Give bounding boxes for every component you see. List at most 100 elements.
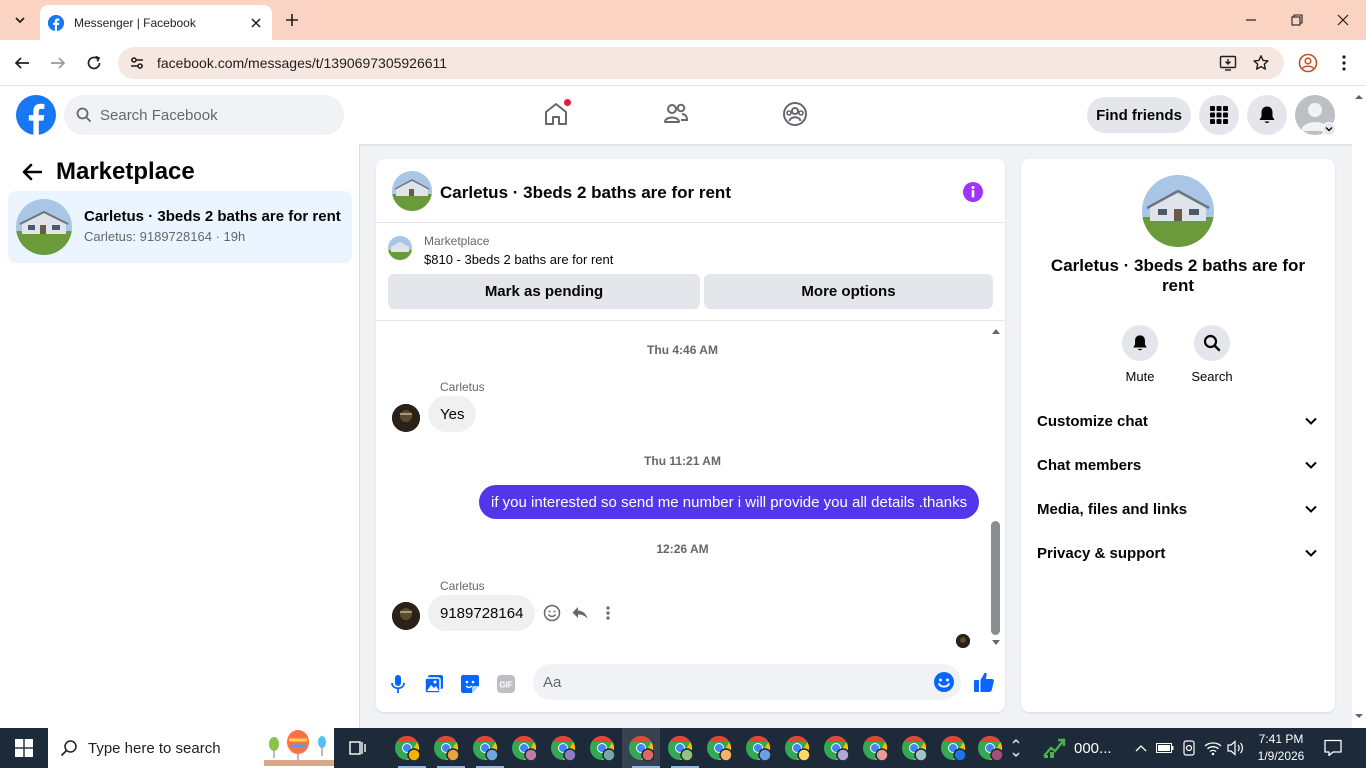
restore-icon[interactable] xyxy=(1285,8,1309,32)
react-emoji-icon[interactable] xyxy=(542,603,562,623)
more-actions-dots-icon[interactable] xyxy=(598,603,618,623)
privacy-support-section[interactable]: Privacy & support xyxy=(1029,533,1327,573)
browser-profile-icon[interactable] xyxy=(1296,51,1320,75)
chrome-profile-app-icon[interactable] xyxy=(627,734,655,762)
sender-avatar[interactable] xyxy=(392,602,420,630)
more-options-button[interactable]: More options xyxy=(704,274,993,309)
chrome-profile-app-icon[interactable] xyxy=(976,734,1004,762)
reload-icon[interactable] xyxy=(82,51,106,75)
conversation-item[interactable]: Carletus · 3beds 2 baths are for rent Ca… xyxy=(8,191,352,263)
emoji-icon[interactable] xyxy=(933,671,955,693)
notifications-bell-icon[interactable] xyxy=(1247,95,1287,135)
chrome-profile-app-icon[interactable] xyxy=(705,734,733,762)
device-meet-now-icon[interactable] xyxy=(1180,739,1198,757)
gif-icon[interactable]: GIF xyxy=(494,672,518,696)
chrome-profile-app-icon[interactable] xyxy=(393,734,421,762)
media-files-links-section[interactable]: Media, files and links xyxy=(1029,489,1327,529)
chrome-profile-app-icon[interactable] xyxy=(510,734,538,762)
omnibox[interactable]: facebook.com/messages/t/1390697305926611 xyxy=(118,47,1284,79)
close-window-icon[interactable] xyxy=(1331,8,1355,32)
facebook-search-box[interactable] xyxy=(64,95,344,135)
message-sender-name: Carletus xyxy=(440,579,485,593)
conversation-info-icon[interactable] xyxy=(962,181,984,203)
wifi-icon[interactable] xyxy=(1204,739,1222,757)
chrome-profile-app-icon[interactable] xyxy=(783,734,811,762)
task-view-icon[interactable] xyxy=(346,736,370,760)
install-app-icon[interactable] xyxy=(1218,53,1238,73)
forward-arrow-icon[interactable] xyxy=(46,51,70,75)
listing-price-title[interactable]: $810 - 3beds 2 baths are for rent xyxy=(424,252,613,267)
tab-close-icon[interactable] xyxy=(248,15,264,31)
tab-search-icon[interactable] xyxy=(8,8,32,32)
page-scrollbar[interactable] xyxy=(1352,86,1366,728)
taskbar-search-box[interactable]: Type here to search xyxy=(48,728,334,768)
message-input-box[interactable] xyxy=(533,664,961,700)
microphone-icon[interactable] xyxy=(386,672,410,696)
bookmark-star-icon[interactable] xyxy=(1251,53,1271,73)
scroll-up-arrow-icon[interactable] xyxy=(991,327,1001,335)
chat-members-section[interactable]: Chat members xyxy=(1029,445,1327,485)
chrome-profile-app-icon[interactable] xyxy=(744,734,772,762)
menu-grid-icon[interactable] xyxy=(1199,95,1239,135)
chrome-profile-app-icon[interactable] xyxy=(939,734,967,762)
mark-as-pending-button[interactable]: Mark as pending xyxy=(388,274,700,309)
back-arrow-icon[interactable] xyxy=(10,51,34,75)
search-action[interactable]: Search xyxy=(1184,325,1240,384)
chrome-profile-app-icon[interactable] xyxy=(666,734,694,762)
customize-chat-section[interactable]: Customize chat xyxy=(1029,401,1327,441)
incoming-message-bubble[interactable]: Yes xyxy=(428,396,477,432)
browser-menu-icon[interactable] xyxy=(1332,51,1356,75)
message-timestamp: Thu 4:46 AM xyxy=(647,343,718,357)
find-friends-button[interactable]: Find friends xyxy=(1087,97,1191,133)
marketplace-label: Marketplace xyxy=(424,234,490,248)
browser-tab[interactable]: Messenger | Facebook xyxy=(40,5,272,40)
windows-start-icon[interactable] xyxy=(0,728,48,768)
scroll-down-arrow-icon[interactable] xyxy=(991,639,1001,647)
home-icon[interactable] xyxy=(542,98,572,128)
new-tab-plus-icon[interactable] xyxy=(282,10,302,30)
search-in-conversation-icon[interactable] xyxy=(1194,325,1230,361)
chrome-profile-app-icon[interactable] xyxy=(471,734,499,762)
chat-header: Carletus · 3beds 2 baths are for rent xyxy=(376,159,1005,223)
section-label: Chat members xyxy=(1037,456,1142,474)
reply-arrow-icon[interactable] xyxy=(570,603,590,623)
chat-scroll-thumb[interactable] xyxy=(991,521,1000,635)
outgoing-message-bubble[interactable]: if you interested so send me number i wi… xyxy=(479,485,980,519)
minimize-icon[interactable] xyxy=(1239,8,1263,32)
chat-header-thumbnail[interactable] xyxy=(392,171,432,211)
message-timestamp: 12:26 AM xyxy=(656,542,709,556)
notification-center-icon[interactable] xyxy=(1323,738,1343,758)
site-settings-icon[interactable] xyxy=(128,54,146,72)
sender-avatar[interactable] xyxy=(392,404,420,432)
account-chevron-down-icon[interactable] xyxy=(1322,122,1336,136)
taskbar-overflow-chevron-icon[interactable] xyxy=(1010,732,1022,764)
friends-icon[interactable] xyxy=(662,100,690,128)
chat-window: Carletus · 3beds 2 baths are for rent Ma… xyxy=(376,159,1005,712)
url-text[interactable]: facebook.com/messages/t/1390697305926611 xyxy=(157,55,1218,71)
listing-profile-photo[interactable] xyxy=(1142,175,1214,247)
show-hidden-icons-chevron-icon[interactable] xyxy=(1132,739,1150,757)
chrome-profile-app-icon[interactable] xyxy=(549,734,577,762)
chrome-profile-app-icon[interactable] xyxy=(588,734,616,762)
facebook-search-input[interactable] xyxy=(100,106,320,124)
groups-icon[interactable] xyxy=(781,100,809,128)
chrome-profile-app-icon[interactable] xyxy=(822,734,850,762)
taskbar-clock[interactable]: 7:41 PM 1/9/2026 xyxy=(1256,731,1306,765)
message-input[interactable] xyxy=(543,673,933,691)
sticker-icon[interactable] xyxy=(458,672,482,696)
mute-action[interactable]: Mute xyxy=(1112,325,1168,384)
battery-icon[interactable] xyxy=(1156,739,1174,757)
message-timestamp: Thu 11:21 AM xyxy=(644,454,721,468)
facebook-logo-icon[interactable] xyxy=(16,95,56,135)
chrome-profile-app-icon[interactable] xyxy=(900,734,928,762)
chrome-profile-app-icon[interactable] xyxy=(432,734,460,762)
mute-bell-icon[interactable] xyxy=(1122,325,1158,361)
back-arrow-icon[interactable] xyxy=(20,160,44,184)
chat-title[interactable]: Carletus · 3beds 2 baths are for rent xyxy=(440,183,731,203)
photo-gallery-icon[interactable] xyxy=(422,672,446,696)
incoming-message-bubble[interactable]: 9189728164 xyxy=(428,595,536,631)
stocks-widget[interactable]: 000... xyxy=(1042,736,1112,760)
volume-speaker-icon[interactable] xyxy=(1227,739,1245,757)
thumbs-up-like-icon[interactable] xyxy=(972,670,996,694)
chrome-profile-app-icon[interactable] xyxy=(861,734,889,762)
